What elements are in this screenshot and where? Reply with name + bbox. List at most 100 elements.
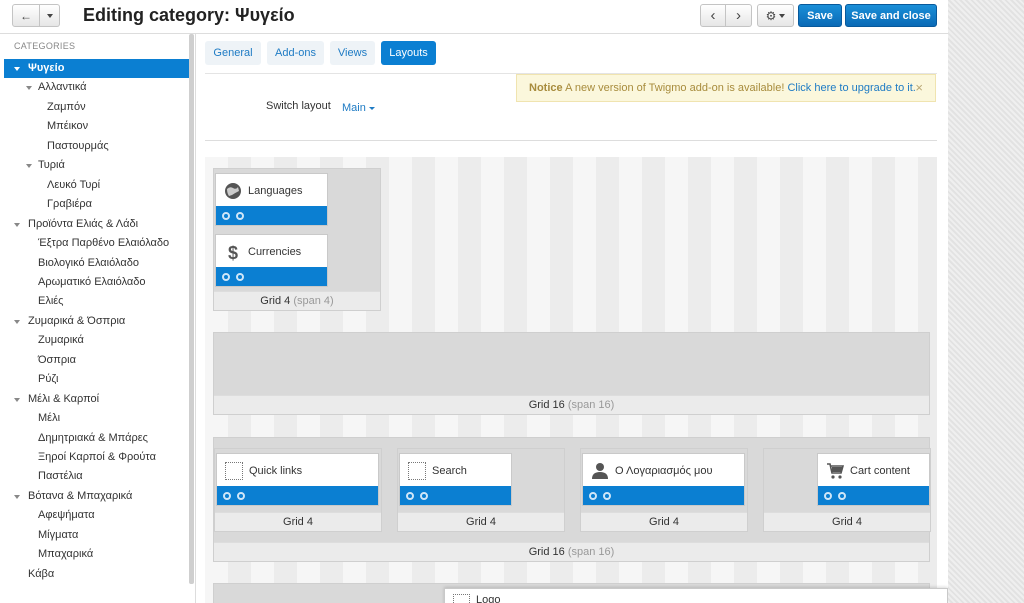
caret-down-icon[interactable] <box>14 494 20 499</box>
placeholder-icon <box>408 461 426 480</box>
page-background <box>948 0 1024 603</box>
sidebar-item[interactable]: Μέλι <box>4 409 189 428</box>
sidebar-item[interactable]: Ελιές <box>4 292 189 311</box>
tab-layouts[interactable]: Layouts <box>381 41 436 65</box>
sidebar-item[interactable]: Βότανα & Μπαχαρικά <box>4 487 189 506</box>
sidebar-item[interactable]: Μπέικον <box>4 117 189 136</box>
sidebar-item-label: Μίγματα <box>38 528 79 541</box>
chevron-left-icon: ‹ <box>710 7 716 24</box>
gear-icon[interactable] <box>406 491 414 500</box>
gear-icon[interactable] <box>222 272 230 281</box>
sidebar-item[interactable]: Παστουρμάς <box>4 137 189 156</box>
grid-container[interactable]: Cart content Grid 4 <box>763 448 931 532</box>
tab-general[interactable]: General <box>205 41 261 65</box>
block-quick-links[interactable]: Quick links <box>216 453 379 506</box>
caret-down-icon[interactable] <box>14 67 20 71</box>
prev-button[interactable]: ‹ <box>700 4 726 27</box>
next-button[interactable]: › <box>726 4 752 27</box>
sidebar-item[interactable]: Ρύζι <box>4 370 189 389</box>
sidebar-title: CATEGORIES <box>14 41 76 51</box>
sidebar-item[interactable]: Ξηροί Καρποί & Φρούτα <box>4 448 189 467</box>
back-dropdown-button[interactable] <box>40 4 60 27</box>
sidebar-item-label: Γραβιέρα <box>47 198 92 211</box>
gear-icon: ⚙ <box>765 8 777 23</box>
block-title: Cart content <box>850 464 910 477</box>
caret-down-icon[interactable] <box>14 319 20 324</box>
block-title: Quick links <box>249 464 303 477</box>
sidebar-item[interactable]: Προϊόντα Ελιάς & Λάδι <box>4 215 189 234</box>
save-button[interactable]: Save <box>798 4 842 27</box>
block-currencies[interactable]: $ Currencies <box>215 234 328 287</box>
tab-add-ons[interactable]: Add-ons <box>267 41 324 65</box>
sidebar-item[interactable]: Κάβα <box>4 565 189 584</box>
sidebar-item[interactable]: Μίγματα <box>4 526 189 545</box>
grid-container[interactable]: Quick links Grid 4 <box>214 448 382 532</box>
grid-name: Grid 4 <box>260 295 291 307</box>
page-title: Editing category: Ψυγείο <box>83 5 295 25</box>
caret-down-icon[interactable] <box>26 164 32 169</box>
switch-layout-label: Switch layout <box>266 100 331 112</box>
block-title: Search <box>432 464 467 477</box>
sidebar-item[interactable]: Μέλι & Καρποί <box>4 390 189 409</box>
sidebar-item[interactable]: Γραβιέρα <box>4 195 189 214</box>
grid-container[interactable]: Search Grid 4 <box>397 448 565 532</box>
sidebar-item[interactable]: Αφεψήματα <box>4 506 189 525</box>
notice-upgrade-link[interactable]: Click here to upgrade to it. <box>787 82 915 94</box>
dollar-icon: $ <box>228 243 238 261</box>
sidebar-item-label: Δημητριακά & Μπάρες <box>38 431 148 444</box>
tab-views[interactable]: Views <box>330 41 375 65</box>
grid-span: (span 4) <box>293 295 334 307</box>
sidebar-item[interactable]: Παστέλια <box>4 467 189 486</box>
sidebar-item[interactable]: Λευκό Τυρί <box>4 176 189 195</box>
power-icon[interactable] <box>236 272 244 281</box>
sidebar-item-label: Ξηροί Καρποί & Φρούτα <box>38 451 156 463</box>
switch-layout-dropdown[interactable]: Main <box>342 102 375 114</box>
block-logo-dragging[interactable]: Logo <box>444 588 948 603</box>
caret-down-icon[interactable] <box>14 397 20 402</box>
grid-name: Grid 4 <box>649 516 679 528</box>
block-languages[interactable]: Languages <box>215 173 328 226</box>
grid-container[interactable]: Languages $ Currencies Grid 4 (span 4) <box>213 168 381 311</box>
sidebar-item[interactable]: Τυριά <box>4 156 189 175</box>
grid-name: Grid 4 <box>283 516 313 528</box>
back-button[interactable]: ← <box>12 4 40 27</box>
sidebar-item[interactable]: Ζαμπόν <box>4 98 189 117</box>
power-icon[interactable] <box>838 491 846 500</box>
power-icon[interactable] <box>237 491 245 500</box>
grid-container[interactable]: Grid 16 (span 16) <box>213 332 930 415</box>
sidebar-item[interactable]: Αρωματικό Ελαιόλαδο <box>4 273 189 292</box>
sidebar-item[interactable]: Ζυμαρικά & Όσπρια <box>4 312 189 331</box>
sidebar-item[interactable]: Βιολογικό Ελαιόλαδο <box>4 254 189 273</box>
sidebar-item[interactable]: Ψυγείο <box>4 59 189 78</box>
sidebar-item-label: Ελιές <box>38 295 64 308</box>
sidebar-item[interactable]: Ζυμαρικά <box>4 331 189 350</box>
app-window: ← Editing category: Ψυγείο ‹ › ⚙ Save Sa… <box>0 0 948 603</box>
gear-icon[interactable] <box>222 211 230 220</box>
grid-container[interactable]: Ο Λογαριασμός μου Grid 4 <box>580 448 748 532</box>
grid-container[interactable]: Quick links Grid 4 Search Grid 4 Ο Λογαρ… <box>213 437 931 562</box>
settings-button[interactable]: ⚙ <box>757 4 794 27</box>
save-and-close-button[interactable]: Save and close <box>845 4 937 27</box>
back-button-group: ← <box>12 4 60 27</box>
caret-down-icon[interactable] <box>14 222 20 227</box>
notice-banner: Notice A new version of Twigmo add-on is… <box>516 74 936 102</box>
block-search[interactable]: Search <box>399 453 512 506</box>
sidebar-item[interactable]: Όσπρια <box>4 351 189 370</box>
gear-icon[interactable] <box>223 491 231 500</box>
power-icon[interactable] <box>236 211 244 220</box>
sidebar-item[interactable]: Μπαχαρικά <box>4 545 189 564</box>
gear-icon[interactable] <box>589 491 597 500</box>
sidebar-item[interactable]: Έξτρα Παρθένο Ελαιόλαδο <box>4 234 189 253</box>
sidebar-item-label: Προϊόντα Ελιάς & Λάδι <box>28 217 139 230</box>
caret-down-icon[interactable] <box>26 86 32 91</box>
sidebar-item[interactable]: Αλλαντικά <box>4 78 189 97</box>
power-icon[interactable] <box>420 491 428 500</box>
sidebar-scrollbar[interactable] <box>189 34 194 584</box>
block-cart-content[interactable]: Cart content <box>817 453 930 506</box>
block-my-account[interactable]: Ο Λογαριασμός μου <box>582 453 745 506</box>
sidebar-item-label: Έξτρα Παρθένο Ελαιόλαδο <box>38 237 170 250</box>
close-icon[interactable]: × <box>915 75 923 101</box>
sidebar-item[interactable]: Δημητριακά & Μπάρες <box>4 429 189 448</box>
power-icon[interactable] <box>603 491 611 500</box>
gear-icon[interactable] <box>824 491 832 500</box>
